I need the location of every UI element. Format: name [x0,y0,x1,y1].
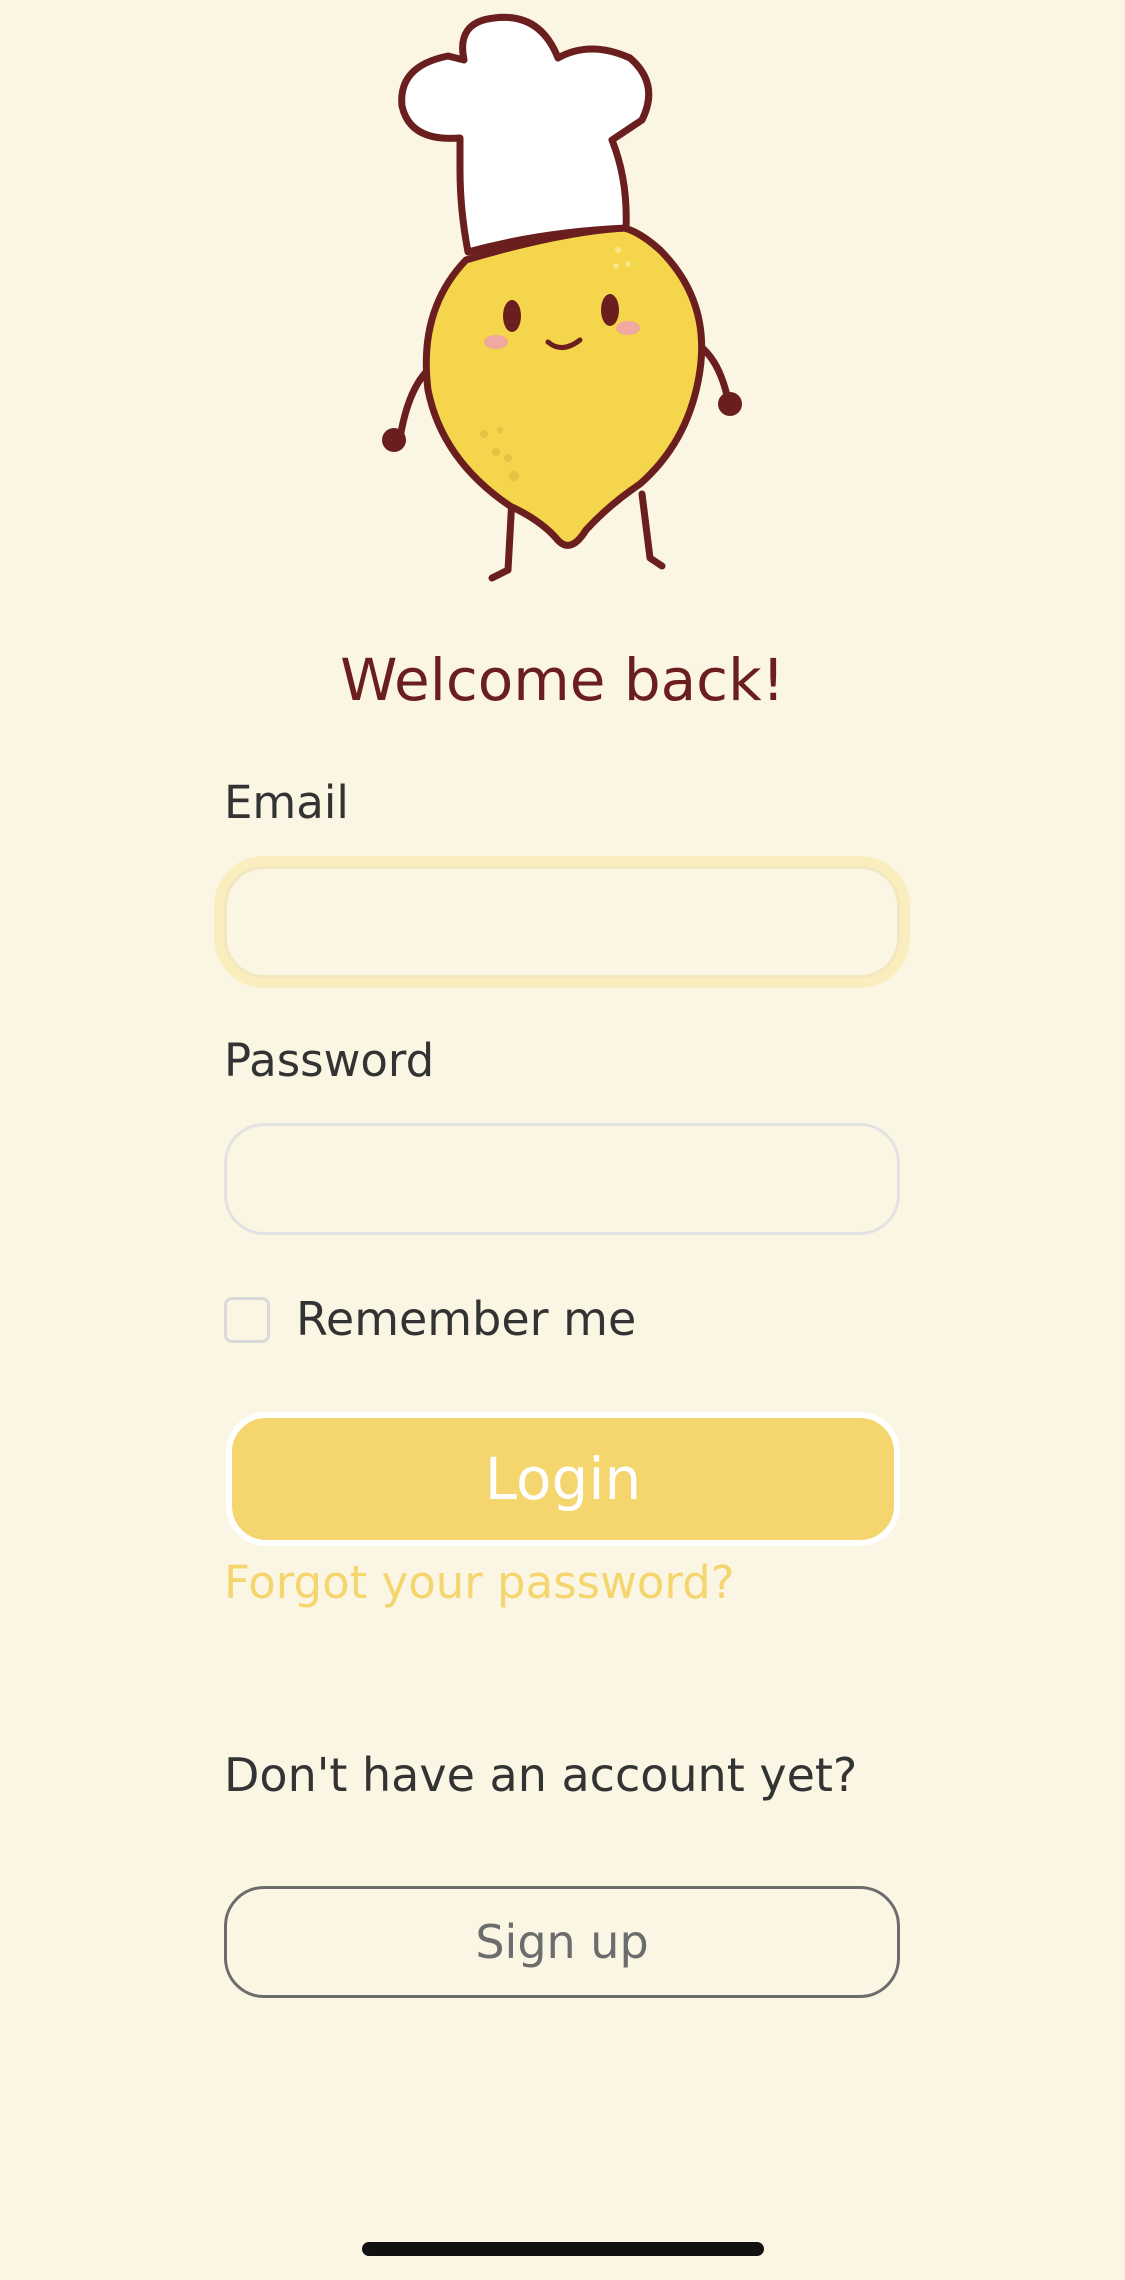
chef-lemon-mascot [382,13,742,582]
password-label: Password [224,1034,435,1087]
home-indicator[interactable] [362,2242,764,2256]
page-title: Welcome back! [340,646,785,714]
email-field[interactable] [224,866,900,978]
forgot-password-link[interactable]: Forgot your password? [224,1552,735,1614]
login-screen: Welcome back! Email Password Remember me… [0,0,1125,2280]
remember-me-label[interactable]: Remember me [296,1288,636,1350]
password-field[interactable] [224,1123,900,1235]
signup-prompt: Don't have an account yet? [224,1748,858,1802]
email-label: Email [224,776,349,829]
signup-button[interactable]: Sign up [224,1886,900,1998]
login-button[interactable]: Login [226,1412,900,1546]
remember-me-checkbox[interactable] [224,1297,270,1343]
